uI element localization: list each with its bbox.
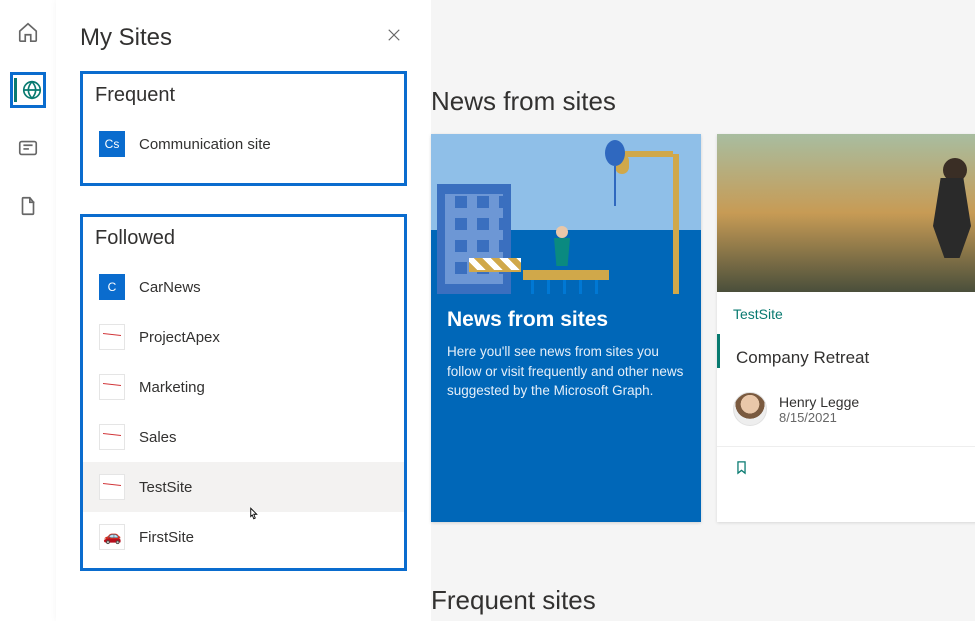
globe-icon [21,79,43,101]
frequent-sites-heading: Frequent sites [431,585,596,616]
bookmark-button[interactable] [733,459,750,481]
news-illustration [431,134,701,294]
followed-site-projectapex[interactable]: ProjectApex [95,312,392,362]
files-nav[interactable] [10,188,46,224]
site-name-label: Communication site [139,136,271,153]
building-illustration [437,184,511,294]
site-tile-icon [99,424,125,450]
site-tile-icon [99,374,125,400]
news-nav[interactable] [10,130,46,166]
home-icon [17,21,39,43]
site-tile-icon [99,324,125,350]
post-card-footer [717,446,975,495]
news-post-card[interactable]: TestSite Company Retreat Henry Legge 8/1… [717,134,975,522]
followed-heading: Followed [95,227,392,250]
news-card-description: Here you'll see news from sites you foll… [447,342,685,401]
site-name-label: Marketing [139,379,205,396]
news-card-title: News from sites [447,308,685,332]
site-name-label: ProjectApex [139,329,220,346]
site-tile-icon: Cs [99,131,125,157]
hiker-illustration [907,148,975,288]
news-card-body: News from sites Here you'll see news fro… [431,294,701,415]
followed-site-marketing[interactable]: Marketing [95,362,392,412]
site-tile-icon [99,474,125,500]
news-cards-row: News from sites Here you'll see news fro… [431,134,975,522]
followed-site-carnews[interactable]: C CarNews [95,262,392,312]
post-meta: Company Retreat [717,334,975,368]
panel-title: My Sites [80,24,172,52]
followed-section: Followed C CarNews ProjectApex Marketing… [80,214,407,571]
bookmark-icon [733,459,750,476]
post-cover-image [717,134,975,292]
news-section-heading: News from sites [431,86,616,117]
close-button[interactable] [381,22,407,53]
post-author-row: Henry Legge 8/15/2021 [717,368,975,436]
site-name-label: FirstSite [139,529,194,546]
followed-site-sales[interactable]: Sales [95,412,392,462]
main-content: News from sites News from sites Here you… [431,0,975,621]
author-name: Henry Legge [779,394,859,410]
followed-site-testsite[interactable]: TestSite [83,462,404,512]
streetlamp-illustration [673,154,679,294]
frequent-section: Frequent Cs Communication site [80,71,407,186]
selection-indicator [14,78,17,102]
post-title: Company Retreat [736,348,971,368]
barrier-illustration [469,258,521,272]
site-name-label: TestSite [139,479,192,496]
frequent-site-row[interactable]: Cs Communication site [95,119,392,169]
file-icon [17,195,39,217]
post-date: 8/15/2021 [779,410,859,425]
author-avatar [733,392,767,426]
app-left-rail [0,0,56,621]
my-sites-panel: My Sites Frequent Cs Communication site … [56,0,431,621]
home-nav[interactable] [10,14,46,50]
frequent-heading: Frequent [95,84,392,107]
news-icon [17,137,39,159]
site-tile-icon [99,524,125,550]
close-icon [385,26,403,44]
site-name-label: Sales [139,429,177,446]
followed-site-firstsite[interactable]: FirstSite [95,512,392,562]
site-name-label: CarNews [139,279,201,296]
news-placeholder-card[interactable]: News from sites Here you'll see news fro… [431,134,701,522]
my-sites-nav[interactable] [10,72,46,108]
author-text: Henry Legge 8/15/2021 [779,394,859,425]
panel-header: My Sites [80,22,407,53]
post-site-link[interactable]: TestSite [717,292,975,322]
person-illustration [549,226,575,280]
site-tile-icon: C [99,274,125,300]
balloon-illustration [605,140,625,166]
